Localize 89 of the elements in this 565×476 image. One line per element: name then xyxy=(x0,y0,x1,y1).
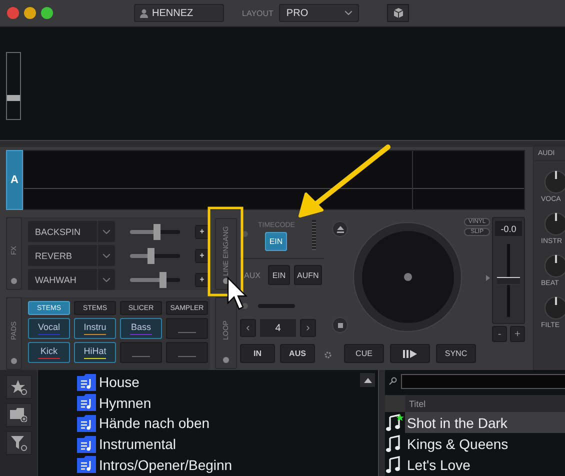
add-effect-button[interactable]: + xyxy=(195,224,209,238)
playlist-folder-icon xyxy=(77,394,96,412)
playlist-folder-icon xyxy=(77,414,96,432)
transport-button[interactable]: SYNC xyxy=(436,344,476,363)
user-icon xyxy=(140,8,148,18)
previous-button[interactable]: ‹ xyxy=(240,319,256,337)
track-title[interactable]: Let's Love xyxy=(405,454,565,475)
knob[interactable] xyxy=(544,212,565,236)
folder-item[interactable]: Instrumental xyxy=(77,434,378,454)
effect-slider[interactable] xyxy=(130,272,180,288)
triangle-up-icon xyxy=(364,378,372,382)
layout-label: LAYOUT xyxy=(242,8,274,18)
slider-thumb[interactable] xyxy=(160,272,167,288)
eject-button[interactable] xyxy=(332,221,348,237)
layout-dropdown[interactable]: PRO xyxy=(279,4,360,22)
favorites-button[interactable] xyxy=(6,375,32,399)
loop-button[interactable]: IN xyxy=(240,344,275,363)
play-pause-button[interactable] xyxy=(390,344,430,363)
add-effect-button[interactable]: + xyxy=(195,272,209,286)
folder-item[interactable]: Hände nach oben xyxy=(77,413,378,434)
pitch-plus-button[interactable]: + xyxy=(510,326,525,342)
cube-icon xyxy=(394,8,403,18)
eject-icon xyxy=(336,226,344,232)
search-icon xyxy=(389,377,397,385)
aux-button[interactable]: EIN xyxy=(268,265,290,285)
search-field[interactable] xyxy=(401,374,565,388)
stem-pad[interactable]: Bass xyxy=(120,318,162,339)
empty-pad[interactable] xyxy=(166,342,208,363)
chevron-down-icon xyxy=(103,278,110,282)
folder-item[interactable]: Intros/Opener/Beginn xyxy=(77,454,378,475)
folder-item[interactable]: House xyxy=(77,372,378,393)
filter-icon xyxy=(10,436,26,450)
chevron-down-icon xyxy=(103,254,110,258)
pitch-reading: -0.0 xyxy=(495,221,522,236)
aux-button[interactable]: AUFN xyxy=(294,265,322,285)
user-field[interactable]: HENNEZ xyxy=(134,4,224,22)
playlist-folder-icon xyxy=(77,374,96,391)
cursor-icon xyxy=(227,276,248,310)
effect-dropdown[interactable]: REVERB xyxy=(28,245,115,266)
add-folder-button[interactable] xyxy=(6,403,32,427)
empty-pad[interactable] xyxy=(120,342,162,363)
volume-slider[interactable] xyxy=(6,52,21,120)
fader-thumb[interactable] xyxy=(497,276,520,284)
stem-pad[interactable]: HiHat xyxy=(74,342,116,363)
effect-dropdown[interactable]: WAHWAH xyxy=(28,269,115,290)
transport-button[interactable]: CUE xyxy=(344,344,384,363)
track-title[interactable]: Shot in the Dark xyxy=(405,412,565,433)
play-pause-icon xyxy=(403,350,417,358)
cube-button[interactable] xyxy=(387,4,410,22)
knob[interactable] xyxy=(544,296,565,320)
next-button[interactable]: › xyxy=(300,319,316,337)
folder-plus-icon xyxy=(10,408,27,422)
effect-dropdown[interactable]: BACKSPIN xyxy=(28,221,115,242)
effect-slider[interactable] xyxy=(130,248,180,264)
scroll-up-button[interactable] xyxy=(360,373,375,387)
pitch-minus-button[interactable]: - xyxy=(492,326,507,342)
slider-thumb[interactable] xyxy=(147,248,154,264)
triangle-right-icon xyxy=(486,275,490,281)
folder-item[interactable]: Hymnen xyxy=(77,392,378,414)
timecode-on-button[interactable]: EIN xyxy=(265,232,287,251)
deck-label[interactable]: A xyxy=(6,150,23,210)
maximize-window-button[interactable] xyxy=(41,7,53,19)
stop-button[interactable] xyxy=(332,317,348,333)
empty-pad[interactable] xyxy=(166,318,208,339)
star-icon xyxy=(10,380,26,394)
playlist-folder-icon xyxy=(77,436,96,453)
slider-thumb[interactable] xyxy=(154,224,161,240)
track-title[interactable]: Kings & Queens xyxy=(405,433,565,454)
filter-button[interactable] xyxy=(6,431,32,455)
effect-slider[interactable] xyxy=(130,224,180,240)
chevron-down-icon xyxy=(103,230,110,234)
aux-label: AUX xyxy=(244,270,262,280)
minimize-window-button[interactable] xyxy=(24,7,36,19)
knob[interactable] xyxy=(544,254,565,278)
loop-button[interactable]: AUS xyxy=(280,344,315,363)
stop-icon xyxy=(338,322,343,328)
chevron-down-icon xyxy=(345,11,352,15)
column-header[interactable]: Titel xyxy=(385,395,565,412)
stem-pad[interactable]: Instru xyxy=(74,318,116,339)
add-effect-button[interactable]: + xyxy=(195,248,209,262)
knob[interactable] xyxy=(544,170,565,194)
loop-size: 4 xyxy=(260,319,296,337)
stem-pad[interactable]: Vocal xyxy=(28,318,70,339)
close-window-button[interactable] xyxy=(7,7,19,19)
stem-pad[interactable]: Kick xyxy=(28,342,70,363)
loop-bar xyxy=(258,304,295,308)
playlist-folder-icon xyxy=(77,456,96,474)
slider-thumb[interactable] xyxy=(7,95,20,101)
gear-icon[interactable] xyxy=(324,351,332,359)
